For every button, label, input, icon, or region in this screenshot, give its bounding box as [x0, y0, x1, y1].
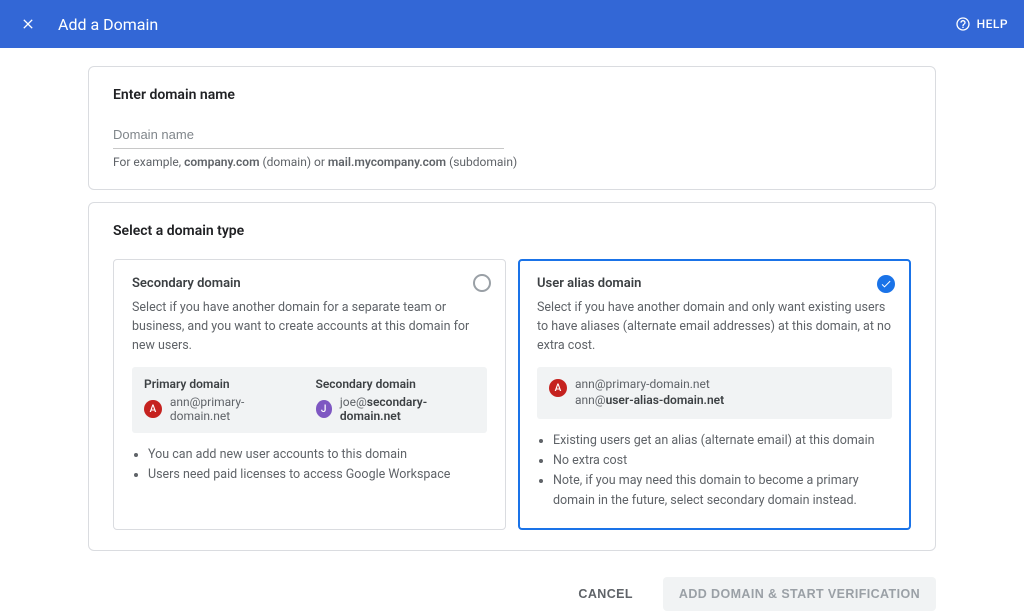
- user-alias-desc: Select if you have another domain and on…: [537, 299, 892, 355]
- dialog-header: Add a Domain HELP: [0, 0, 1024, 48]
- list-item: Existing users get an alias (alternate e…: [553, 431, 892, 451]
- secondary-domain-desc: Select if you have another domain for a …: [132, 299, 487, 355]
- list-item: Note, if you may need this domain to bec…: [553, 471, 892, 511]
- list-item: No extra cost: [553, 451, 892, 471]
- list-item: You can add new user accounts to this do…: [148, 445, 487, 465]
- help-icon: [955, 16, 971, 32]
- enter-domain-panel: Enter domain name For example, company.c…: [88, 66, 936, 190]
- secondary-email-example: joe@secondary-domain.net: [340, 395, 475, 423]
- close-button[interactable]: [16, 12, 40, 36]
- radio-unchecked-icon: [473, 274, 491, 292]
- secondary-domain-label: Secondary domain: [316, 377, 476, 391]
- avatar: A: [549, 379, 567, 397]
- domain-type-heading: Select a domain type: [113, 223, 911, 239]
- alias-bullets: Existing users get an alias (alternate e…: [537, 431, 892, 511]
- secondary-domain-title: Secondary domain: [132, 276, 487, 291]
- secondary-domain-radio[interactable]: [473, 274, 491, 292]
- domain-name-input[interactable]: [113, 123, 504, 149]
- radio-checked-icon: [877, 275, 895, 293]
- enter-domain-heading: Enter domain name: [113, 87, 911, 103]
- secondary-domain-card[interactable]: Secondary domain Select if you have anot…: [113, 259, 506, 530]
- help-button[interactable]: HELP: [955, 16, 1008, 32]
- alias-example: A ann@primary-domain.net ann@user-alias-…: [537, 367, 892, 419]
- primary-domain-label: Primary domain: [144, 377, 304, 391]
- avatar: J: [316, 400, 332, 418]
- secondary-bullets: You can add new user accounts to this do…: [132, 445, 487, 485]
- secondary-example: Primary domain A ann@primary-domain.net …: [132, 367, 487, 433]
- help-label: HELP: [977, 17, 1008, 31]
- alias-email1: ann@primary-domain.net: [575, 377, 724, 391]
- domain-name-hint: For example, company.com (domain) or mai…: [113, 155, 911, 169]
- add-domain-button[interactable]: ADD DOMAIN & START VERIFICATION: [663, 577, 936, 611]
- primary-email-example: ann@primary-domain.net: [170, 395, 304, 423]
- user-alias-domain-card[interactable]: User alias domain Select if you have ano…: [518, 259, 911, 530]
- domain-type-panel: Select a domain type Secondary domain Se…: [88, 202, 936, 551]
- close-icon: [20, 16, 36, 32]
- cancel-button[interactable]: CANCEL: [562, 577, 648, 611]
- list-item: Users need paid licenses to access Googl…: [148, 465, 487, 485]
- alias-email2: ann@user-alias-domain.net: [575, 393, 724, 407]
- user-alias-title: User alias domain: [537, 276, 892, 291]
- dialog-title: Add a Domain: [58, 15, 158, 34]
- dialog-actions: CANCEL ADD DOMAIN & START VERIFICATION: [0, 563, 1024, 611]
- user-alias-domain-radio[interactable]: [877, 275, 895, 293]
- avatar: A: [144, 400, 162, 418]
